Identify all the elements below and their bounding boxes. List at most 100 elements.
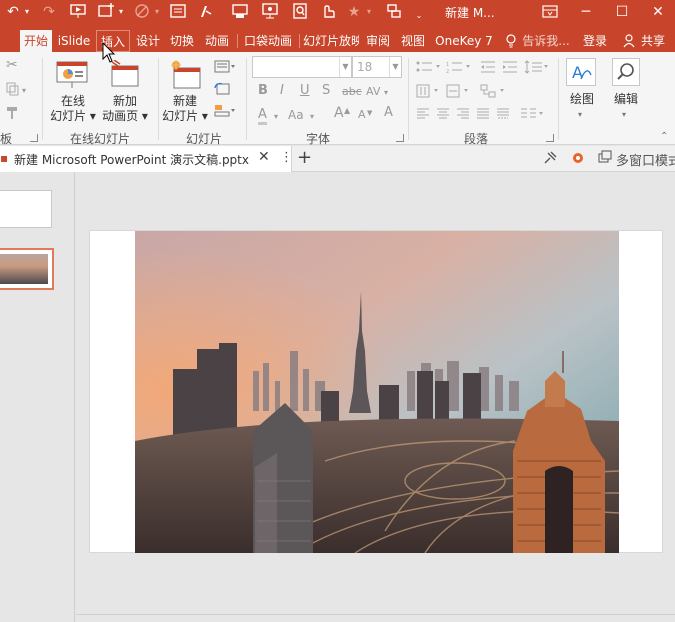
pin-tool-icon[interactable] (542, 150, 558, 170)
smartart-icon[interactable] (480, 84, 506, 101)
decrease-indent-icon[interactable] (480, 60, 496, 77)
tab-animations[interactable]: 动画 (203, 30, 231, 52)
bullets-icon[interactable] (416, 60, 442, 77)
online-slides-button-line2[interactable]: 幻灯片 ▾ (48, 109, 98, 124)
font-size-dropdown[interactable]: 18 ▼ (352, 56, 402, 78)
drawing-button[interactable]: 绘图 (562, 92, 602, 107)
collapse-ribbon-icon[interactable]: ⌃ (660, 130, 668, 144)
new-slide-dropdown-icon[interactable]: ▾ (116, 2, 126, 22)
slide-thumbnail-selected[interactable] (0, 248, 54, 290)
character-spacing-button[interactable]: AV (366, 85, 380, 99)
editing-dropdown-icon[interactable]: ▾ (622, 108, 626, 122)
tab-pocket-animation[interactable]: 口袋动画 (242, 30, 294, 52)
settings-gear-icon[interactable] (570, 150, 586, 170)
maximize-button[interactable]: ☐ (604, 0, 640, 24)
layout-icon[interactable] (214, 60, 236, 77)
section-icon[interactable] (214, 104, 236, 121)
tab-home[interactable]: 开始 (20, 30, 52, 52)
distributed-icon[interactable] (496, 108, 510, 123)
new-tab-button[interactable]: + (297, 147, 312, 168)
touch-mode-icon[interactable] (318, 2, 338, 22)
share-button[interactable]: 共享 (638, 30, 668, 52)
new-slide-button-line1[interactable]: 新建 (160, 94, 210, 109)
tab-onekey[interactable]: OneKey 7 (434, 30, 494, 52)
shape-fill-dropdown-icon[interactable]: ▾ (152, 2, 162, 22)
text-direction-icon[interactable] (416, 84, 442, 101)
slide-editing-area[interactable] (76, 172, 675, 622)
new-slide-icon[interactable] (96, 2, 116, 22)
font-launcher-icon[interactable] (396, 134, 404, 142)
qat-overflow-icon[interactable]: ⌄ (414, 6, 424, 26)
reset-icon[interactable] (214, 82, 232, 99)
tell-me-search[interactable]: 告诉我... (521, 30, 571, 52)
editing-button[interactable]: 编辑 (606, 92, 646, 107)
align-center-icon[interactable] (436, 108, 450, 123)
align-text-icon[interactable] (446, 84, 472, 101)
tab-design[interactable]: 设计 (134, 30, 162, 52)
italic-button[interactable]: I (280, 84, 284, 98)
underline-button[interactable]: U (300, 84, 310, 98)
align-right-icon[interactable] (456, 108, 470, 123)
numbering-icon[interactable]: 12 (446, 60, 472, 77)
justify-icon[interactable] (476, 108, 490, 123)
screen-capture-icon[interactable] (230, 2, 250, 22)
columns-icon[interactable] (520, 108, 546, 123)
ribbon-display-options-icon[interactable] (532, 0, 568, 24)
add-animation-page-button-line1[interactable]: 新加 (100, 94, 150, 109)
bold-button[interactable]: B (258, 84, 268, 98)
font-color-button[interactable]: A (258, 108, 267, 125)
tab-review[interactable]: 审阅 (364, 30, 392, 52)
city-skyline-photo[interactable] (135, 231, 619, 553)
start-from-beginning-icon[interactable] (68, 2, 88, 22)
online-slides-button-line1[interactable]: 在线 (48, 94, 98, 109)
present-online-icon[interactable] (260, 2, 280, 22)
shrink-font-button[interactable]: A (358, 108, 366, 122)
new-slide-button-line2[interactable]: 幻灯片 ▾ (160, 109, 210, 124)
slide[interactable] (89, 230, 663, 553)
favorite-star-icon[interactable]: ★ (344, 2, 364, 22)
drawing-dropdown-icon[interactable]: ▾ (578, 108, 582, 122)
customize-qat-icon[interactable] (384, 2, 404, 22)
font-name-dropdown[interactable]: ▼ (252, 56, 352, 78)
paragraph-launcher-icon[interactable] (546, 134, 554, 142)
change-case-dropdown-icon[interactable]: ▾ (310, 110, 314, 124)
slide-thumbnail[interactable] (0, 190, 52, 228)
spacing-dropdown-icon[interactable]: ▾ (384, 86, 388, 100)
tab-transitions[interactable]: 切换 (168, 30, 196, 52)
tab-slide-show[interactable]: 幻灯片放映 (303, 30, 359, 52)
tab-islide[interactable]: iSlide (56, 30, 92, 52)
multi-window-button[interactable]: 多窗口模式 (616, 150, 675, 169)
notes-pane-divider[interactable] (76, 614, 675, 615)
clipboard-launcher-icon[interactable] (30, 134, 38, 142)
format-painter-icon[interactable] (6, 106, 20, 123)
close-tab-button[interactable]: ✕ (258, 149, 270, 165)
close-button[interactable]: ✕ (640, 0, 675, 24)
favorite-dropdown-icon[interactable]: ▾ (364, 2, 374, 22)
align-left-icon[interactable] (416, 108, 430, 123)
minimize-button[interactable]: ─ (568, 0, 604, 24)
find-icon[interactable] (290, 2, 310, 22)
text-box-icon[interactable] (168, 2, 188, 22)
change-case-button[interactable]: Aa (288, 108, 304, 122)
redo-icon[interactable]: ↷ (40, 2, 58, 22)
document-tab-bar: ▪ 新建 Microsoft PowerPoint 演示文稿.pptx ✕ ⋮ … (0, 146, 675, 172)
tab-view[interactable]: 视图 (399, 30, 427, 52)
grow-font-button[interactable]: A (334, 106, 344, 120)
font-color-dropdown-icon[interactable]: ▾ (274, 110, 278, 124)
clear-formatting-button[interactable]: A (384, 106, 393, 120)
pen-icon[interactable] (196, 2, 216, 22)
document-tab[interactable]: ▪ 新建 Microsoft PowerPoint 演示文稿.pptx ✕ ⋮ (0, 146, 293, 172)
copy-dropdown-icon[interactable]: ▾ (22, 84, 26, 98)
text-shadow-button[interactable]: S (322, 84, 330, 98)
undo-dropdown-icon[interactable]: ▾ (22, 2, 32, 22)
shape-fill-icon[interactable] (132, 2, 152, 22)
add-animation-page-button-line2[interactable]: 动画页 ▾ (100, 109, 150, 124)
undo-icon[interactable]: ↶ (4, 2, 22, 22)
line-spacing-icon[interactable] (524, 60, 550, 77)
copy-icon[interactable] (6, 82, 20, 99)
tab-more-button[interactable]: ⋮ (280, 150, 293, 165)
cut-icon[interactable]: ✂ (6, 58, 18, 72)
sign-in-link[interactable]: 登录 (580, 30, 610, 52)
increase-indent-icon[interactable] (502, 60, 518, 77)
strikethrough-button[interactable]: abc (342, 85, 362, 99)
